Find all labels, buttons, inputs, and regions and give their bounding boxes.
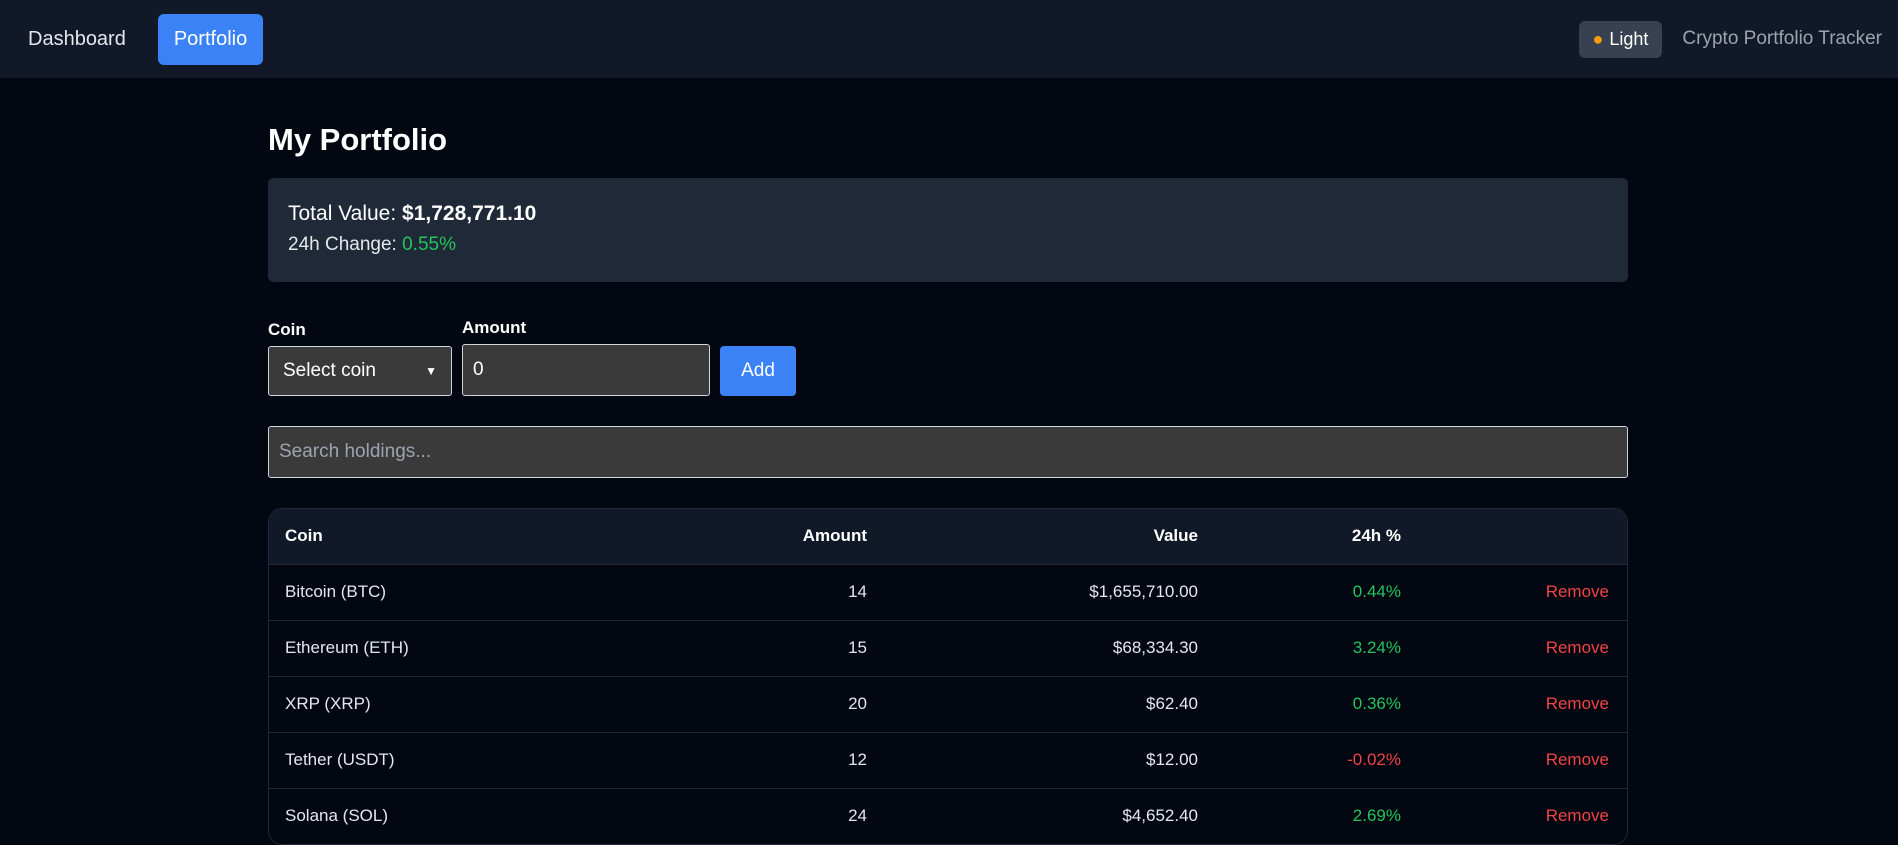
app-brand: Crypto Portfolio Tracker [1682,28,1882,49]
table-row: Tether (USDT) 12 $12.00 -0.02% Remove [269,732,1627,788]
amount-label: Amount [462,318,527,337]
chevron-down-icon: ▼ [425,364,437,378]
sun-icon: ● [1592,28,1604,49]
cell-change: 3.24% [1352,638,1401,657]
cell-value: $12.00 [1146,750,1198,769]
change-24h-value: 0.55% [402,234,456,255]
remove-button[interactable]: Remove [1546,750,1609,769]
coin-label: Coin [268,320,306,339]
add-button[interactable]: Add [720,346,796,396]
table-header-row: Coin Amount Value 24h % [269,509,1627,564]
holdings-table-container: Coin Amount Value 24h % Bitcoin (BTC) 14… [268,508,1628,845]
cell-coin: XRP (XRP) [285,694,371,713]
add-holding-form: Coin Select coin ▼ Amount Add [268,318,1628,396]
change-24h-line: 24h Change: 0.55% [288,234,1608,256]
nav-dashboard[interactable]: Dashboard [12,14,142,65]
page-title: My Portfolio [268,122,448,157]
cell-value: $4,652.40 [1122,806,1198,826]
header-value: Value [1153,526,1198,546]
remove-button[interactable]: Remove [1546,638,1609,657]
cell-amount: 24 [848,806,867,826]
main-content: My Portfolio Total Value: $1,728,771.10 … [268,78,1628,845]
remove-button[interactable]: Remove [1546,694,1609,713]
header-change: 24h % [1351,526,1401,546]
table-row: XRP (XRP) 20 $62.40 0.36% Remove [269,676,1627,732]
coin-field: Coin Select coin ▼ [268,320,452,396]
holdings-table: Coin Amount Value 24h % Bitcoin (BTC) 14… [269,509,1627,844]
theme-toggle-button[interactable]: ● Light [1578,20,1663,58]
top-navbar: Dashboard Portfolio ● Light Crypto Portf… [0,0,1898,78]
search-input[interactable] [268,426,1628,478]
header-amount: Amount [802,526,867,546]
navbar-right: ● Light Crypto Portfolio Tracker [1578,20,1882,58]
total-value-line: Total Value: $1,728,771.10 [288,202,1608,226]
cell-change: 0.36% [1352,694,1401,713]
cell-change: -0.02% [1347,750,1401,769]
amount-field: Amount [462,318,710,396]
header-coin: Coin [285,526,323,546]
cell-amount: 15 [848,638,867,657]
header-actions [1401,509,1627,564]
cell-coin: Bitcoin (BTC) [285,582,387,601]
coin-select-value: Select coin [283,360,376,381]
remove-button[interactable]: Remove [1546,806,1609,825]
cell-amount: 20 [848,694,867,713]
theme-toggle-label: Light [1609,28,1649,49]
cell-coin: Solana (SOL) [285,806,388,826]
cell-value: $62.40 [1146,694,1198,713]
nav-portfolio[interactable]: Portfolio [157,13,264,65]
remove-button[interactable]: Remove [1546,582,1609,601]
total-value-label: Total Value: [288,202,397,225]
cell-amount: 12 [848,750,867,769]
total-value: $1,728,771.10 [402,202,537,225]
table-row: Bitcoin (BTC) 14 $1,655,710.00 0.44% Rem… [269,564,1627,620]
table-row: Solana (SOL) 24 $4,652.40 2.69% Remove [269,788,1627,844]
cell-value: $68,334.30 [1112,638,1198,657]
cell-coin: Ethereum (ETH) [285,638,409,657]
change-24h-label: 24h Change: [288,234,397,255]
amount-input[interactable] [462,344,710,396]
cell-amount: 14 [848,582,867,601]
cell-coin: Tether (USDT) [285,750,395,769]
coin-select[interactable]: Select coin ▼ [268,346,452,396]
cell-change: 2.69% [1352,806,1401,826]
cell-value: $1,655,710.00 [1089,582,1198,601]
cell-change: 0.44% [1352,582,1401,601]
main-nav: Dashboard Portfolio [12,13,264,65]
table-row: Ethereum (ETH) 15 $68,334.30 3.24% Remov… [269,620,1627,676]
portfolio-summary: Total Value: $1,728,771.10 24h Change: 0… [268,178,1628,282]
